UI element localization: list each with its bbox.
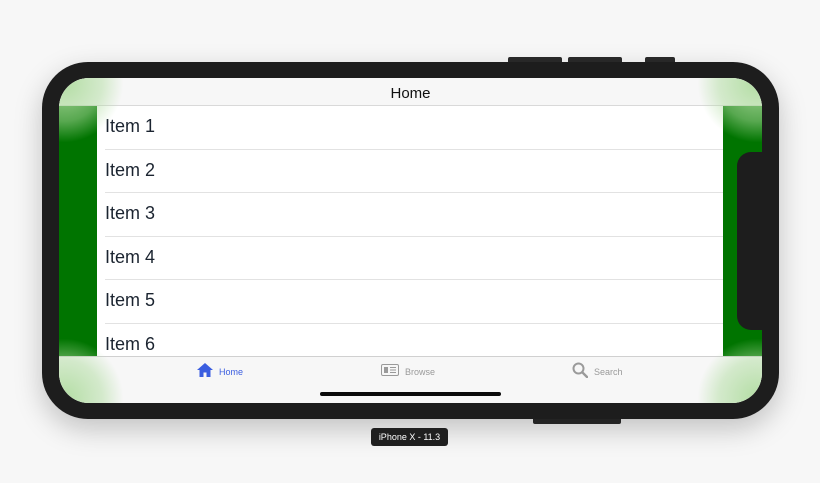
list-item[interactable]: Item 6 — [97, 324, 723, 357]
left-side-panel — [59, 106, 97, 356]
search-icon — [572, 362, 589, 383]
browse-icon — [381, 363, 399, 381]
items-list[interactable]: Item 1 Item 2 Item 3 Item 4 Item 5 Item … — [97, 106, 723, 356]
list-item-label: Item 4 — [105, 246, 156, 267]
list-item[interactable]: Item 1 — [97, 106, 723, 150]
device-screen: Home Item 1 Item 2 Item 3 Item 4 Item 5 — [59, 78, 762, 403]
list-item[interactable]: Item 5 — [97, 280, 723, 324]
home-indicator[interactable] — [320, 392, 501, 396]
tab-browse-label: Browse — [405, 367, 436, 377]
tab-search[interactable]: Search — [572, 362, 623, 383]
navigation-bar: Home — [59, 78, 762, 106]
tab-bar: Home Browse Search — [59, 356, 762, 403]
simulator-label: iPhone X - 11.3 — [371, 428, 448, 446]
device-notch — [737, 152, 767, 330]
list-item[interactable]: Item 3 — [97, 193, 723, 237]
list-item-label: Item 1 — [105, 116, 156, 136]
tab-home-label: Home — [219, 367, 244, 377]
list-item-label: Item 6 — [105, 333, 156, 354]
tab-home[interactable]: Home — [197, 362, 244, 382]
page-title: Home — [390, 85, 431, 102]
list-item-label: Item 3 — [105, 203, 156, 223]
list-item[interactable]: Item 2 — [97, 150, 723, 193]
simulator-stage: Home Item 1 Item 2 Item 3 Item 4 Item 5 — [0, 0, 820, 483]
list-item-label: Item 5 — [105, 290, 156, 310]
list-item-label: Item 2 — [105, 159, 156, 180]
home-icon — [197, 362, 213, 382]
tab-browse[interactable]: Browse — [381, 363, 435, 381]
list-item[interactable]: Item 4 — [97, 237, 723, 280]
tab-search-label: Search — [594, 367, 623, 377]
